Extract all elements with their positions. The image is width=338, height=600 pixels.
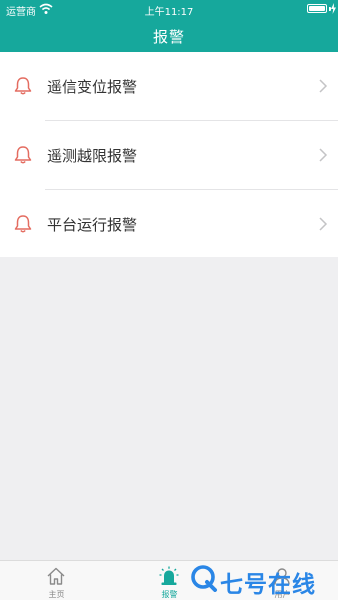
alarm-item-label: 遥信变位报警	[47, 78, 138, 96]
battery-icon	[307, 4, 327, 13]
watermark-text: 七号在线	[220, 572, 316, 598]
bell-icon	[14, 215, 32, 233]
chevron-right-icon	[319, 79, 328, 93]
alarm-item-label: 平台运行报警	[47, 216, 138, 234]
alarm-item-telemetry-limit[interactable]: 遥测越限报警	[0, 121, 338, 189]
alarm-siren-icon	[159, 566, 179, 585]
status-time: 上午11:17	[144, 7, 194, 18]
status-bar: 运营商 上午11:17	[0, 0, 338, 18]
chevron-right-icon	[319, 217, 328, 231]
watermark-logo-icon	[191, 565, 217, 592]
tab-home-label: 主页	[48, 590, 65, 599]
tab-home[interactable]: 主页	[0, 561, 113, 600]
charging-icon	[331, 3, 336, 14]
bell-icon	[14, 146, 32, 164]
alarm-item-remote-signal[interactable]: 遥信变位报警	[0, 52, 338, 120]
top-header: 运营商 上午11:17 报警	[0, 0, 338, 52]
alarm-item-label: 遥测越限报警	[47, 147, 138, 165]
alarm-list: 遥信变位报警 遥测越限报警 平台运行报警	[0, 52, 338, 257]
bell-icon	[14, 77, 32, 95]
alarm-item-platform-running[interactable]: 平台运行报警	[0, 190, 338, 258]
page-title: 报警	[152, 28, 185, 46]
watermark: 七号在线	[190, 558, 338, 600]
chevron-right-icon	[319, 148, 328, 162]
home-icon	[47, 567, 65, 585]
